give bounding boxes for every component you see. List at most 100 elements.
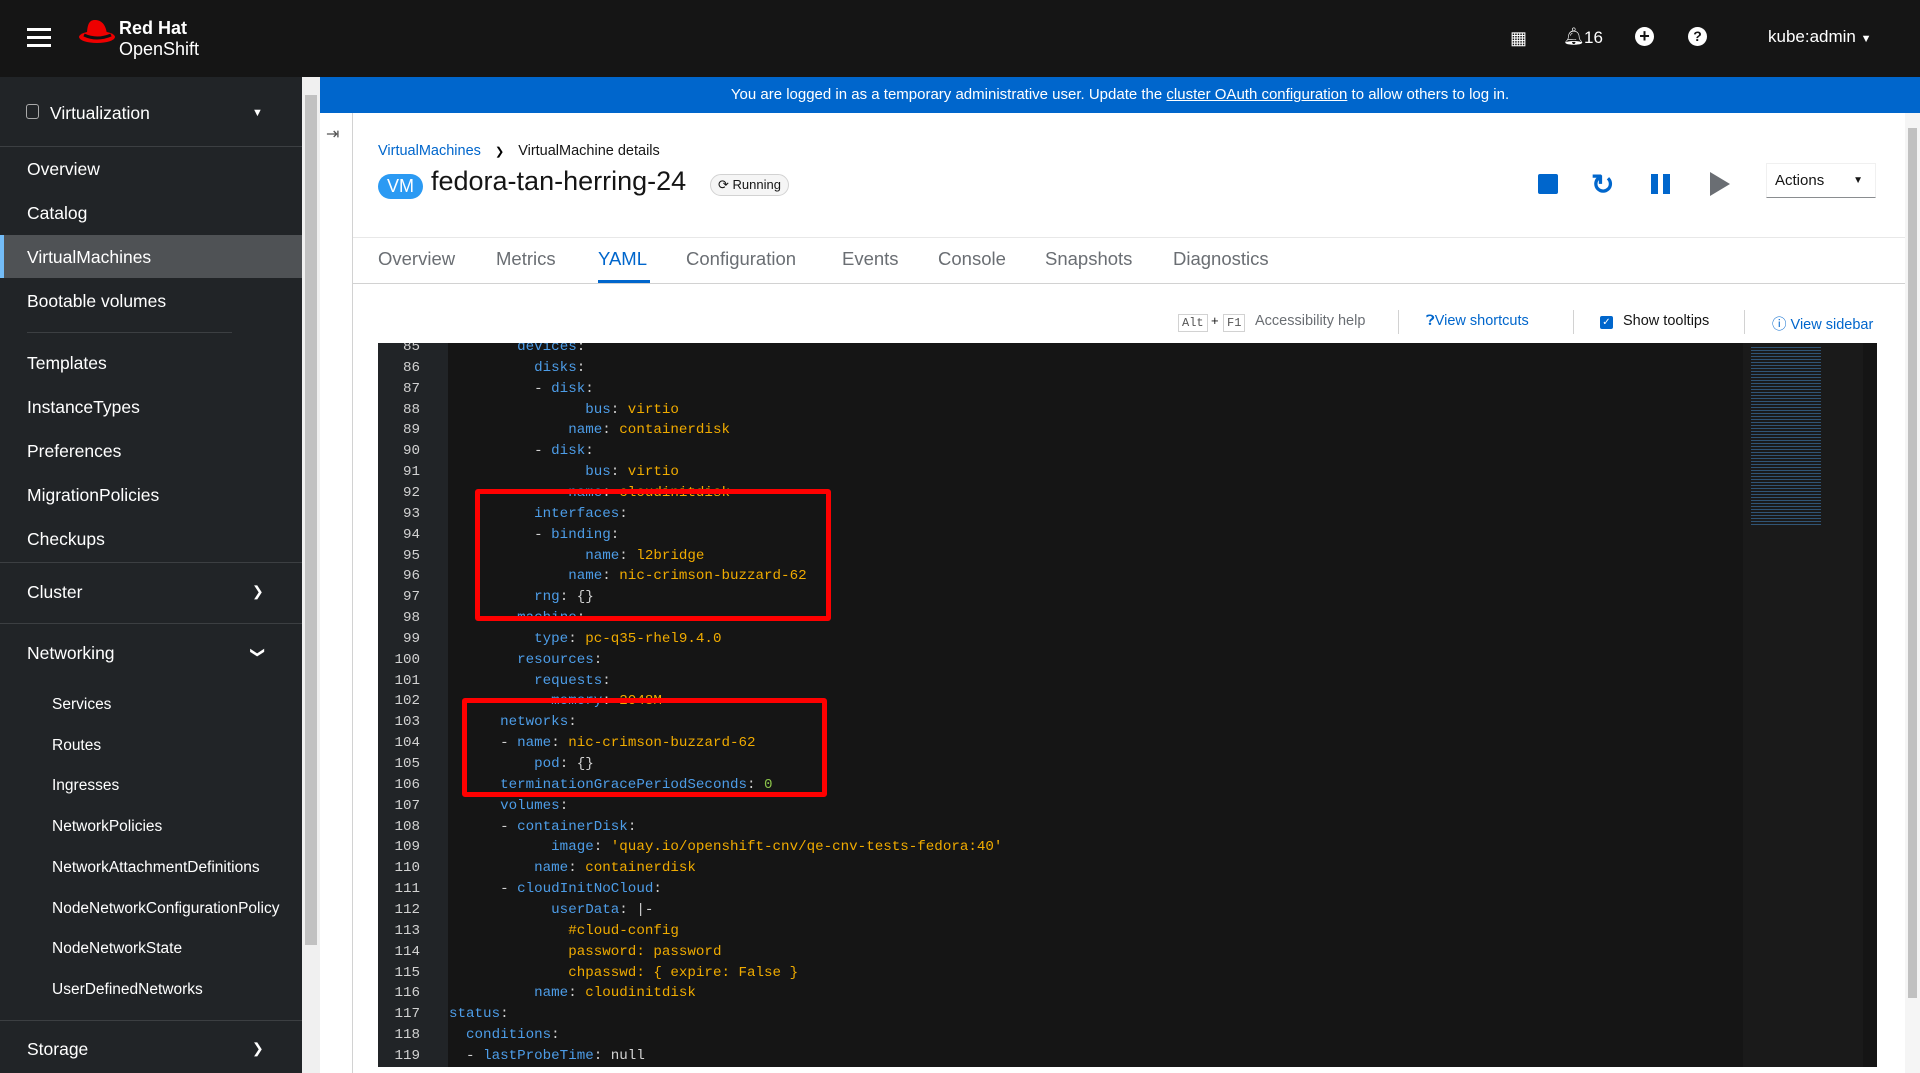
- breadcrumb-current: VirtualMachine details: [518, 143, 660, 159]
- nav-checkups[interactable]: Checkups: [27, 529, 105, 550]
- pause-button[interactable]: [1651, 174, 1671, 194]
- code-line: type: pc-q35-rhel9.4.0: [534, 630, 722, 647]
- line-number: 97: [402, 589, 420, 606]
- line-number: 89: [402, 422, 420, 439]
- code-line: bus: virtio: [585, 401, 679, 418]
- status-badge: ⟳ Running: [710, 174, 789, 196]
- nav-ingresses[interactable]: Ingresses: [52, 777, 119, 795]
- line-number: 87: [402, 380, 420, 397]
- quick-create-plus-icon[interactable]: +: [1635, 27, 1654, 46]
- nav-services[interactable]: Services: [52, 696, 111, 714]
- nav-virtualmachines[interactable]: VirtualMachines: [27, 247, 151, 268]
- info-circle-icon: ⓘ: [1772, 317, 1791, 333]
- line-number: 91: [402, 464, 420, 481]
- code-line: status:: [449, 1006, 509, 1023]
- notifications-bell-icon[interactable]: 🔔︎: [1563, 28, 1585, 45]
- nav-cluster[interactable]: Cluster: [27, 582, 82, 603]
- nav-overview[interactable]: Overview: [27, 159, 100, 180]
- line-number: 99: [402, 630, 420, 647]
- sidebar-scrollbar-thumb[interactable]: [305, 95, 317, 945]
- line-number: 96: [402, 568, 420, 585]
- breadcrumb-virtualmachines-link[interactable]: VirtualMachines: [378, 143, 481, 159]
- line-number: 119: [394, 1047, 420, 1064]
- nav-networkpolicies[interactable]: NetworkPolicies: [52, 818, 162, 836]
- tab-metrics[interactable]: Metrics: [496, 248, 556, 270]
- tab-console[interactable]: Console: [938, 248, 1006, 270]
- caret-down-icon: ▼: [1860, 33, 1872, 45]
- line-number: 92: [402, 484, 420, 501]
- line-number: 110: [394, 860, 420, 877]
- brand-name[interactable]: Red Hat OpenShift: [119, 18, 199, 60]
- nav-preferences[interactable]: Preferences: [27, 441, 121, 462]
- editor-minimap[interactable]: [1743, 343, 1863, 1067]
- show-tooltips-label[interactable]: Show tooltips: [1623, 313, 1709, 329]
- line-number: 90: [402, 443, 420, 460]
- tab-yaml[interactable]: YAML: [598, 248, 647, 270]
- nav-networkattachmentdefinitions[interactable]: NetworkAttachmentDefinitions: [52, 859, 260, 877]
- code-line: conditions:: [466, 1027, 560, 1044]
- page-scrollbar[interactable]: [1905, 113, 1920, 1073]
- line-number: 117: [394, 1006, 420, 1023]
- sidebar: Virtualization ▼ Overview Catalog Virtua…: [0, 77, 302, 1073]
- redhat-logo-icon: [78, 17, 116, 50]
- nav-userdefinednetworks[interactable]: UserDefinedNetworks: [52, 981, 203, 999]
- restart-icon[interactable]: ↻: [1591, 168, 1614, 201]
- code-line: volumes:: [500, 797, 569, 814]
- user-menu[interactable]: kube:admin ▼: [1768, 27, 1872, 47]
- line-number: 85: [402, 343, 420, 355]
- nav-templates[interactable]: Templates: [27, 353, 107, 374]
- tab-overview[interactable]: Overview: [378, 248, 455, 270]
- line-number: 105: [394, 756, 420, 772]
- perspective-switcher[interactable]: Virtualization ▼: [0, 77, 302, 146]
- code-line: requests:: [534, 672, 611, 689]
- chevron-right-icon: ❯: [252, 583, 264, 599]
- accessibility-help: Accessibility help: [1255, 313, 1366, 329]
- tab-diagnostics[interactable]: Diagnostics: [1173, 248, 1269, 270]
- oauth-config-link[interactable]: cluster OAuth configuration: [1166, 86, 1347, 103]
- line-number: 106: [394, 776, 420, 793]
- help-icon[interactable]: ?: [1688, 27, 1707, 46]
- notification-count[interactable]: 16: [1584, 28, 1603, 48]
- code-line: bus: virtio: [585, 464, 679, 481]
- tab-configuration[interactable]: Configuration: [686, 248, 796, 270]
- hamburger-menu-button[interactable]: [27, 28, 51, 48]
- line-number: 114: [394, 943, 420, 960]
- nav-routes[interactable]: Routes: [52, 737, 101, 755]
- code-line: chpasswd: { expire: False }: [568, 964, 799, 981]
- view-shortcuts-link[interactable]: ❓︎View shortcuts: [1426, 313, 1529, 329]
- code-line: - cloudInitNoCloud:: [500, 881, 662, 898]
- highlight-networks-box: [462, 698, 827, 797]
- nav-bootable-volumes[interactable]: Bootable volumes: [27, 291, 166, 312]
- breadcrumb-separator-icon: ❯: [494, 146, 505, 158]
- view-sidebar-link[interactable]: ⓘ View sidebar: [1772, 313, 1873, 334]
- line-number-gutter: 85 86 87 88 89 90 91 92 93 94 95 96 97 98 99 100 101 102 1…: [378, 343, 448, 1067]
- nav-nodenetworkstate[interactable]: NodeNetworkState: [52, 940, 182, 958]
- virtualization-icon: [26, 104, 39, 119]
- nav-networking[interactable]: Networking: [27, 643, 115, 664]
- show-tooltips-checkbox[interactable]: ✓: [1600, 316, 1613, 329]
- line-number: 103: [394, 714, 420, 731]
- page-title: fedora-tan-herring-24: [431, 166, 687, 196]
- line-number: 109: [394, 839, 420, 856]
- line-number: 100: [394, 651, 420, 668]
- nav-storage[interactable]: Storage: [27, 1039, 88, 1060]
- line-number: 95: [402, 547, 420, 564]
- start-play-icon[interactable]: [1710, 172, 1730, 196]
- actions-dropdown[interactable]: Actions ▼: [1766, 163, 1876, 198]
- highlight-interfaces-box: [475, 489, 831, 621]
- collapse-sidebar-button[interactable]: ⇥: [326, 124, 339, 144]
- tab-snapshots[interactable]: Snapshots: [1045, 248, 1132, 270]
- line-number: 94: [402, 526, 420, 543]
- stop-button[interactable]: [1538, 174, 1558, 194]
- line-number: 115: [394, 964, 420, 981]
- nav-instancetypes[interactable]: InstanceTypes: [27, 397, 140, 418]
- nav-catalog[interactable]: Catalog: [27, 203, 87, 224]
- line-number: 88: [402, 401, 420, 418]
- nav-migrationpolicies[interactable]: MigrationPolicies: [27, 485, 159, 506]
- code-line: devices:: [517, 343, 586, 355]
- app-launcher-icon[interactable]: ▦: [1510, 29, 1527, 47]
- tab-events[interactable]: Events: [842, 248, 899, 270]
- line-number: 98: [402, 610, 420, 627]
- nav-nodenetworkconfigurationpolicy[interactable]: NodeNetworkConfigurationPolicy: [52, 900, 279, 918]
- code-line: - containerDisk:: [500, 818, 637, 835]
